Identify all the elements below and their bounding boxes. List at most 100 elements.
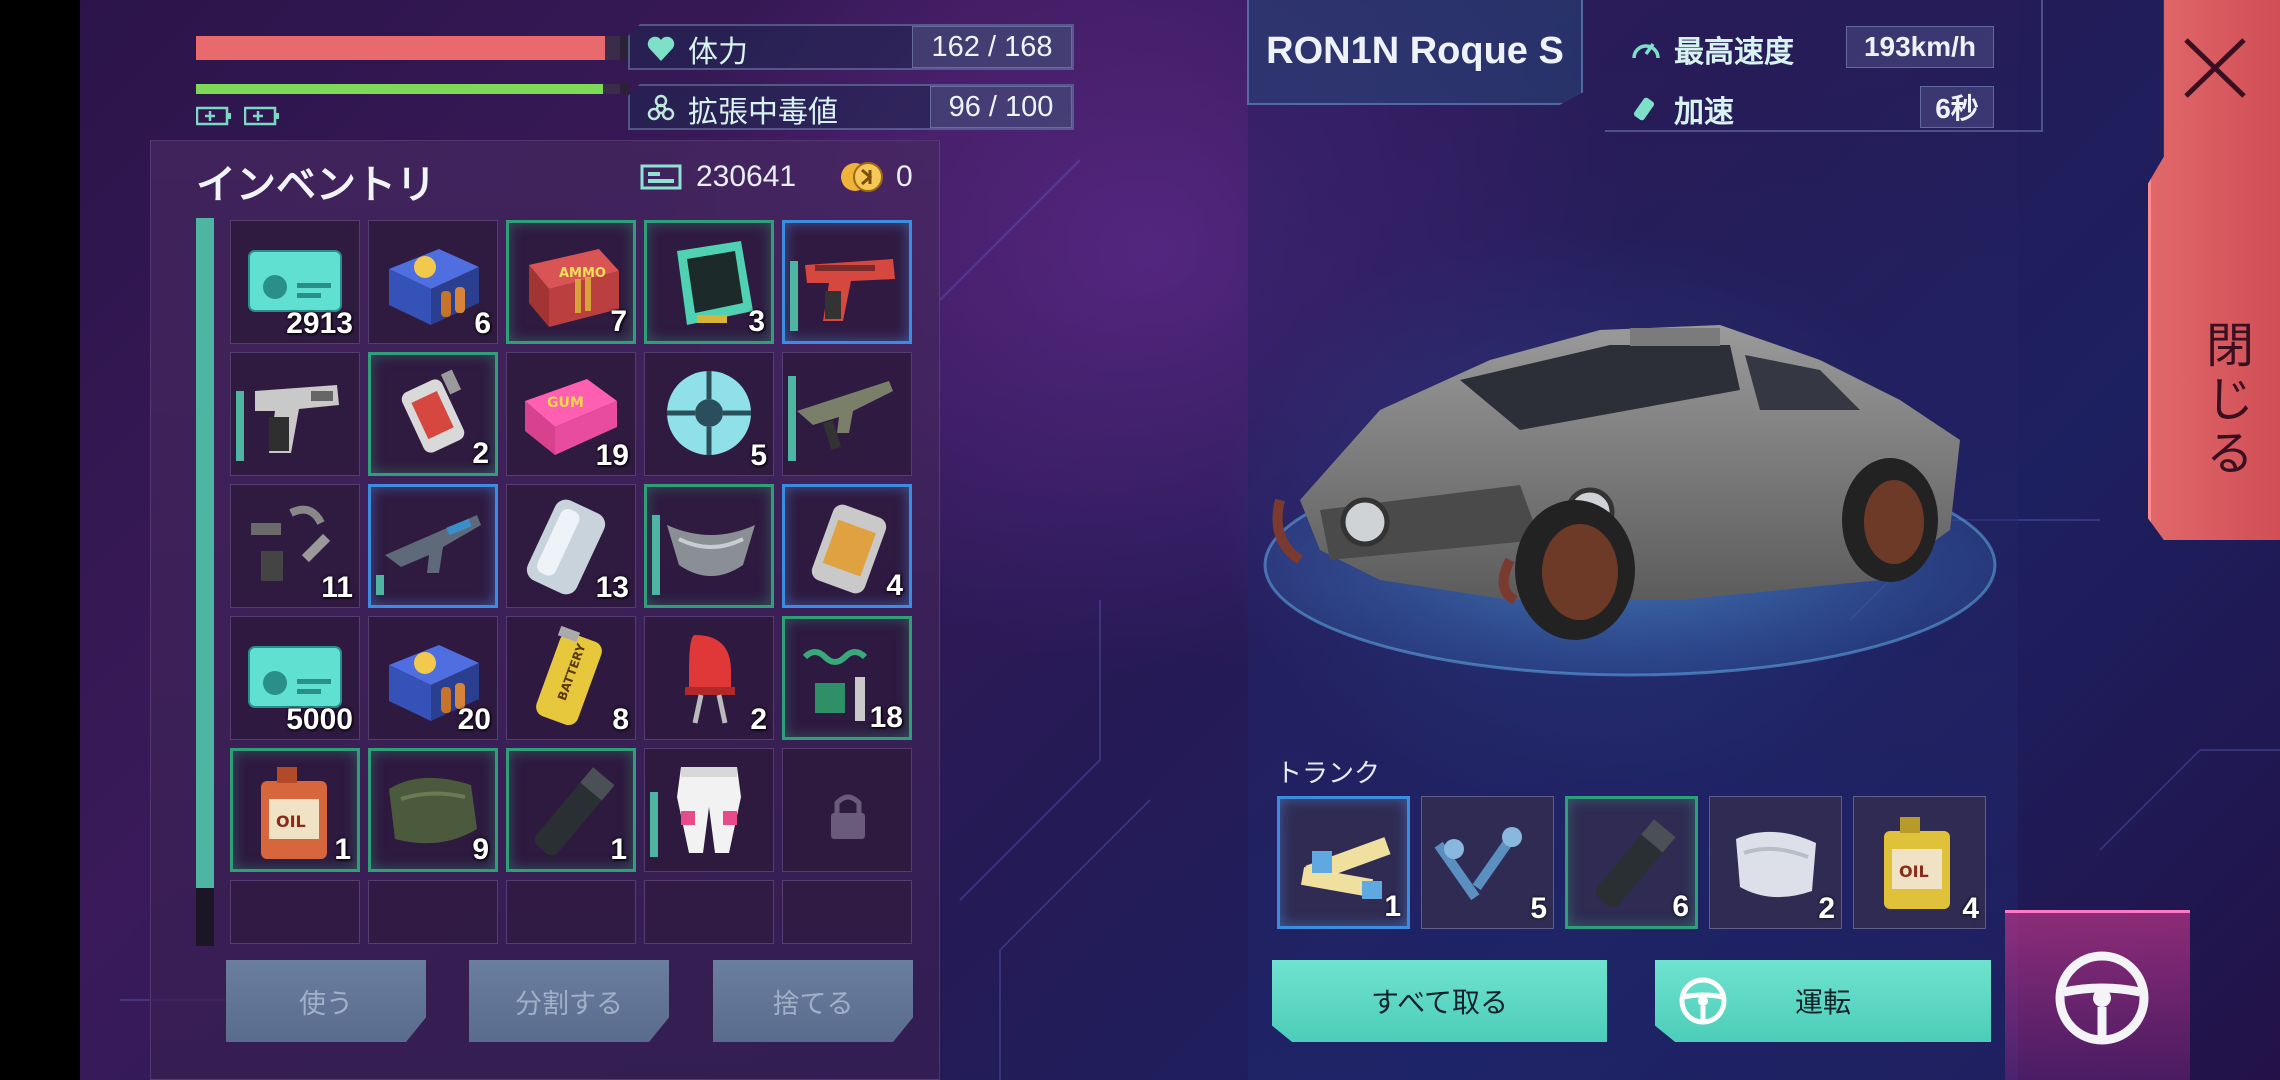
health-stat: 体力 [646, 28, 748, 70]
inventory-slot-cloth[interactable]: 9 [368, 748, 498, 872]
item-count: 20 [457, 703, 491, 736]
coin-amount: 0 [896, 160, 913, 193]
close-icon[interactable] [2180, 36, 2250, 100]
item-count: 2 [1818, 892, 1835, 925]
inventory-slot-empty[interactable] [782, 880, 912, 944]
health-label: 体力 [688, 35, 748, 70]
inventory-slot-ammo-box[interactable]: 20 [368, 616, 498, 740]
svg-text:GUM: GUM [547, 395, 584, 411]
inventory-slot-battery-cell[interactable]: 4 [782, 484, 912, 608]
addiction-label: 拡張中毒値 [688, 95, 838, 130]
drive-button[interactable]: 運転 [1655, 960, 1991, 1042]
inventory-slot-flashlight[interactable]: 1 [506, 748, 636, 872]
ammo-box-icon [389, 249, 479, 325]
durability-bar [650, 792, 658, 857]
heart-icon [647, 36, 675, 61]
inventory-slot-spring-parts[interactable]: 18 [782, 616, 912, 740]
inventory-slot-battery[interactable]: BATTERY 8 [506, 616, 636, 740]
speedometer-icon [1632, 42, 1660, 59]
battery-icons [196, 106, 280, 126]
trunk-slot-cloth-roll[interactable]: 2 [1709, 796, 1842, 929]
inventory-slot-locked-slot[interactable] [782, 748, 912, 872]
car-model [1263, 325, 1997, 677]
drive-label: 運転 [1794, 986, 1851, 1019]
svg-text:AMMO: AMMO [559, 266, 606, 281]
item-count: 2913 [286, 307, 353, 340]
inventory-scrollbar-thumb[interactable] [196, 218, 214, 888]
trunk-slot-flashlight[interactable]: 6 [1565, 796, 1698, 929]
split-button[interactable]: 分割する [469, 960, 669, 1042]
take-all-button[interactable]: すべて取る [1272, 960, 1607, 1042]
top-speed-label: 最高速度 [1674, 35, 1794, 70]
oil-can-icon: OIL [1884, 817, 1950, 909]
cash-amount: 230641 [696, 160, 797, 193]
stamina-bar-fill [196, 84, 604, 94]
inventory-slot-pants[interactable] [644, 748, 774, 872]
item-count: 1 [610, 833, 627, 866]
svg-text:OIL: OIL [1899, 862, 1929, 881]
item-count: 13 [595, 571, 629, 604]
inventory-slot-empty[interactable] [644, 880, 774, 944]
inventory-slot-empty[interactable] [230, 880, 360, 944]
pants-icon [677, 767, 741, 853]
inventory-slot-pistol[interactable] [230, 352, 360, 476]
inventory-slot-credit-card[interactable]: 2913 [230, 220, 360, 344]
inventory-slot-red-led[interactable]: 2 [644, 616, 774, 740]
trunk-slot-ribbon-cable[interactable]: 1 [1277, 796, 1410, 929]
inventory-slot-empty[interactable] [368, 880, 498, 944]
trunk-slot-oil-can[interactable]: OIL 4 [1853, 796, 1986, 929]
red-pistol-icon [805, 259, 895, 321]
inventory-slot-oil-can[interactable]: OIL 1 [230, 748, 360, 872]
durability-bar [236, 391, 244, 461]
red-led-icon [685, 635, 735, 724]
inventory-slot-assault-rifle[interactable] [782, 352, 912, 476]
assault-rifle-icon [797, 381, 893, 450]
battery-icon [196, 106, 231, 126]
acceleration-stat: 加速 [1630, 88, 1734, 130]
item-count: 11 [321, 571, 353, 604]
inventory-slot-injector[interactable]: 2 [368, 352, 498, 476]
acceleration-label: 加速 [1674, 95, 1734, 130]
inventory-title: インベントリ [196, 162, 436, 208]
top-speed-value: 193km/h [1846, 26, 1994, 68]
top-speed-stat: 最高速度 [1630, 28, 1794, 70]
item-count: 4 [1962, 892, 1979, 925]
stamina-bar [196, 84, 630, 94]
inventory-slot-empty[interactable] [506, 880, 636, 944]
vehicle-name: RON1N Roque S [1247, 0, 1583, 105]
item-count: 4 [886, 569, 903, 602]
item-count: 1 [334, 833, 351, 866]
item-count: 6 [1672, 890, 1689, 923]
health-bar [196, 36, 630, 60]
durability-bar [652, 515, 660, 595]
inventory-slot-red-pistol[interactable] [782, 220, 912, 344]
inventory-slot-scanner-orb[interactable]: 5 [644, 352, 774, 476]
screws-icon [1434, 827, 1522, 901]
drop-button[interactable]: 捨てる [713, 960, 913, 1042]
item-count: 5 [1530, 892, 1547, 925]
inventory-slot-gun-parts[interactable]: 11 [230, 484, 360, 608]
inventory-slot-mask[interactable] [644, 484, 774, 608]
inventory-slot-bubblegum-box[interactable]: GUM 19 [506, 352, 636, 476]
inventory-slot-metal-bar[interactable]: 13 [506, 484, 636, 608]
item-count: 7 [610, 305, 627, 338]
use-button[interactable]: 使う [226, 960, 426, 1042]
health-bar-fill [196, 36, 605, 60]
biohazard-icon [647, 94, 675, 121]
item-count: 1 [1384, 890, 1401, 923]
close-label[interactable]: 閉じる [2190, 320, 2260, 482]
inventory-slot-rifle-ammo-box[interactable]: AMMO 7 [506, 220, 636, 344]
acceleration-value: 6秒 [1920, 86, 1994, 128]
trunk-slot-screws[interactable]: 5 [1421, 796, 1554, 929]
steering-wheel-button[interactable] [2052, 948, 2152, 1048]
inventory-slot-blue-rifle[interactable] [368, 484, 498, 608]
inventory-slot-data-chip[interactable]: 3 [644, 220, 774, 344]
svg-text:OIL: OIL [276, 812, 306, 831]
health-value: 162 / 168 [912, 26, 1072, 68]
durability-bar [376, 575, 384, 595]
locked-slot-icon [831, 794, 865, 839]
coin-icon [841, 162, 883, 192]
item-count: 3 [748, 305, 765, 338]
inventory-slot-credit-card[interactable]: 5000 [230, 616, 360, 740]
inventory-slot-ammo-box[interactable]: 6 [368, 220, 498, 344]
